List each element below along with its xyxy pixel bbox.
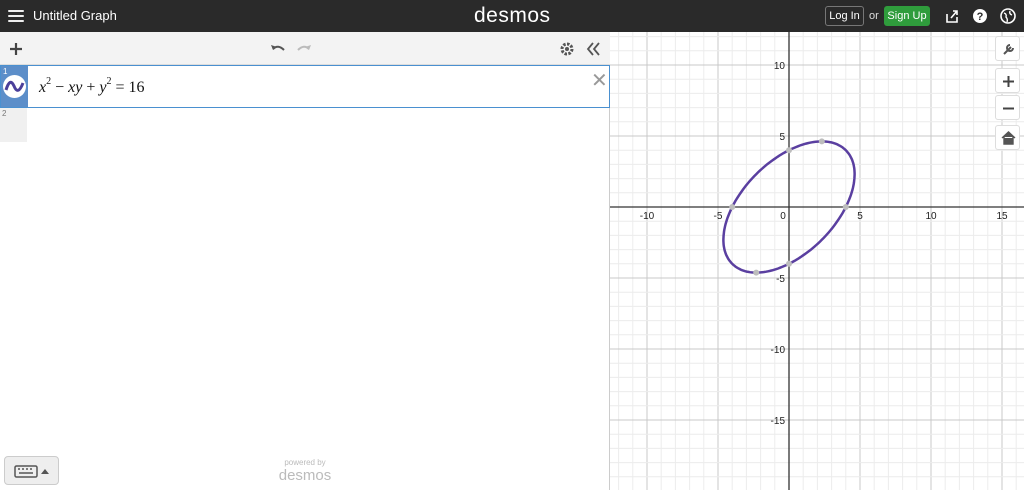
collapse-panel-icon[interactable] xyxy=(584,40,602,58)
graph-canvas[interactable]: -10 -5 0 5 10 15 10 5 -5 -10 -15 xyxy=(610,32,1024,490)
zoom-in-button[interactable] xyxy=(995,68,1020,93)
help-icon[interactable]: ? xyxy=(972,8,988,24)
wrench-icon xyxy=(1003,44,1014,55)
x-tick-label: 10 xyxy=(925,211,937,222)
point-of-interest xyxy=(818,138,825,145)
expression-row-1[interactable]: 1 x2 − xy + y2 = 16 ✕ xyxy=(0,65,610,108)
brand-logo: desmos xyxy=(474,4,551,27)
signup-button[interactable]: Sign Up xyxy=(884,6,930,26)
x-tick-label: 15 xyxy=(996,211,1008,222)
y-tick-label: -15 xyxy=(771,416,786,427)
expression-math[interactable]: x2 − xy + y2 = 16 xyxy=(39,76,145,97)
point-of-interest xyxy=(842,204,849,210)
expression-row-2[interactable]: 2 xyxy=(0,108,610,142)
home-icon xyxy=(1001,131,1016,145)
graph-settings-button[interactable] xyxy=(995,36,1020,61)
menu-icon[interactable] xyxy=(8,8,24,24)
point-of-interest xyxy=(729,204,736,210)
keypad-toggle-button[interactable] xyxy=(4,456,59,485)
powered-logo: desmos xyxy=(278,467,332,484)
undo-icon[interactable] xyxy=(269,40,287,58)
point-of-interest xyxy=(753,269,760,276)
share-icon[interactable] xyxy=(944,8,960,24)
minus-icon xyxy=(1003,107,1014,110)
plus-icon xyxy=(1003,76,1014,87)
expression-index: 1 xyxy=(3,67,8,76)
powered-by-desmos[interactable]: powered by desmos xyxy=(277,458,333,484)
language-globe-icon[interactable] xyxy=(1000,8,1016,24)
keyboard-icon xyxy=(14,465,49,478)
settings-gear-icon[interactable] xyxy=(558,40,576,58)
x-tick-label: -5 xyxy=(714,211,723,222)
x-tick-label: 0 xyxy=(780,211,786,222)
y-tick-label: 5 xyxy=(779,132,785,143)
expression-panel: 1 x2 − xy + y2 = 16 ✕ 2 powered by desmo… xyxy=(0,32,610,490)
point-of-interest xyxy=(786,260,792,267)
powered-by-text: powered by xyxy=(284,458,326,467)
x-tick-label: 5 xyxy=(857,211,863,222)
login-button[interactable]: Log In xyxy=(825,6,864,26)
y-tick-label: -10 xyxy=(771,345,786,356)
default-viewport-button[interactable] xyxy=(995,125,1020,150)
y-tick-label: -5 xyxy=(776,274,785,285)
top-bar: Untitled Graph desmos Log In or Sign Up … xyxy=(0,0,1024,32)
expression-tab[interactable]: 2 xyxy=(0,108,27,142)
expression-toolbar xyxy=(0,32,610,65)
graph-title[interactable]: Untitled Graph xyxy=(33,8,117,23)
add-item-icon[interactable] xyxy=(7,40,25,58)
expression-tab[interactable]: 1 xyxy=(1,66,28,107)
or-text: or xyxy=(869,10,879,22)
redo-icon[interactable] xyxy=(295,40,313,58)
svg-text:?: ? xyxy=(977,11,984,23)
delete-expression-icon[interactable]: ✕ xyxy=(591,68,608,93)
expression-index: 2 xyxy=(2,109,7,118)
graph-plot[interactable]: -10 -5 0 5 10 15 10 5 -5 -10 -15 xyxy=(610,32,1024,490)
zoom-out-button[interactable] xyxy=(995,95,1020,120)
graph-curve-icon[interactable] xyxy=(3,75,26,98)
x-tick-label: -10 xyxy=(640,211,655,222)
y-tick-label: 10 xyxy=(774,61,786,72)
point-of-interest xyxy=(786,147,792,154)
